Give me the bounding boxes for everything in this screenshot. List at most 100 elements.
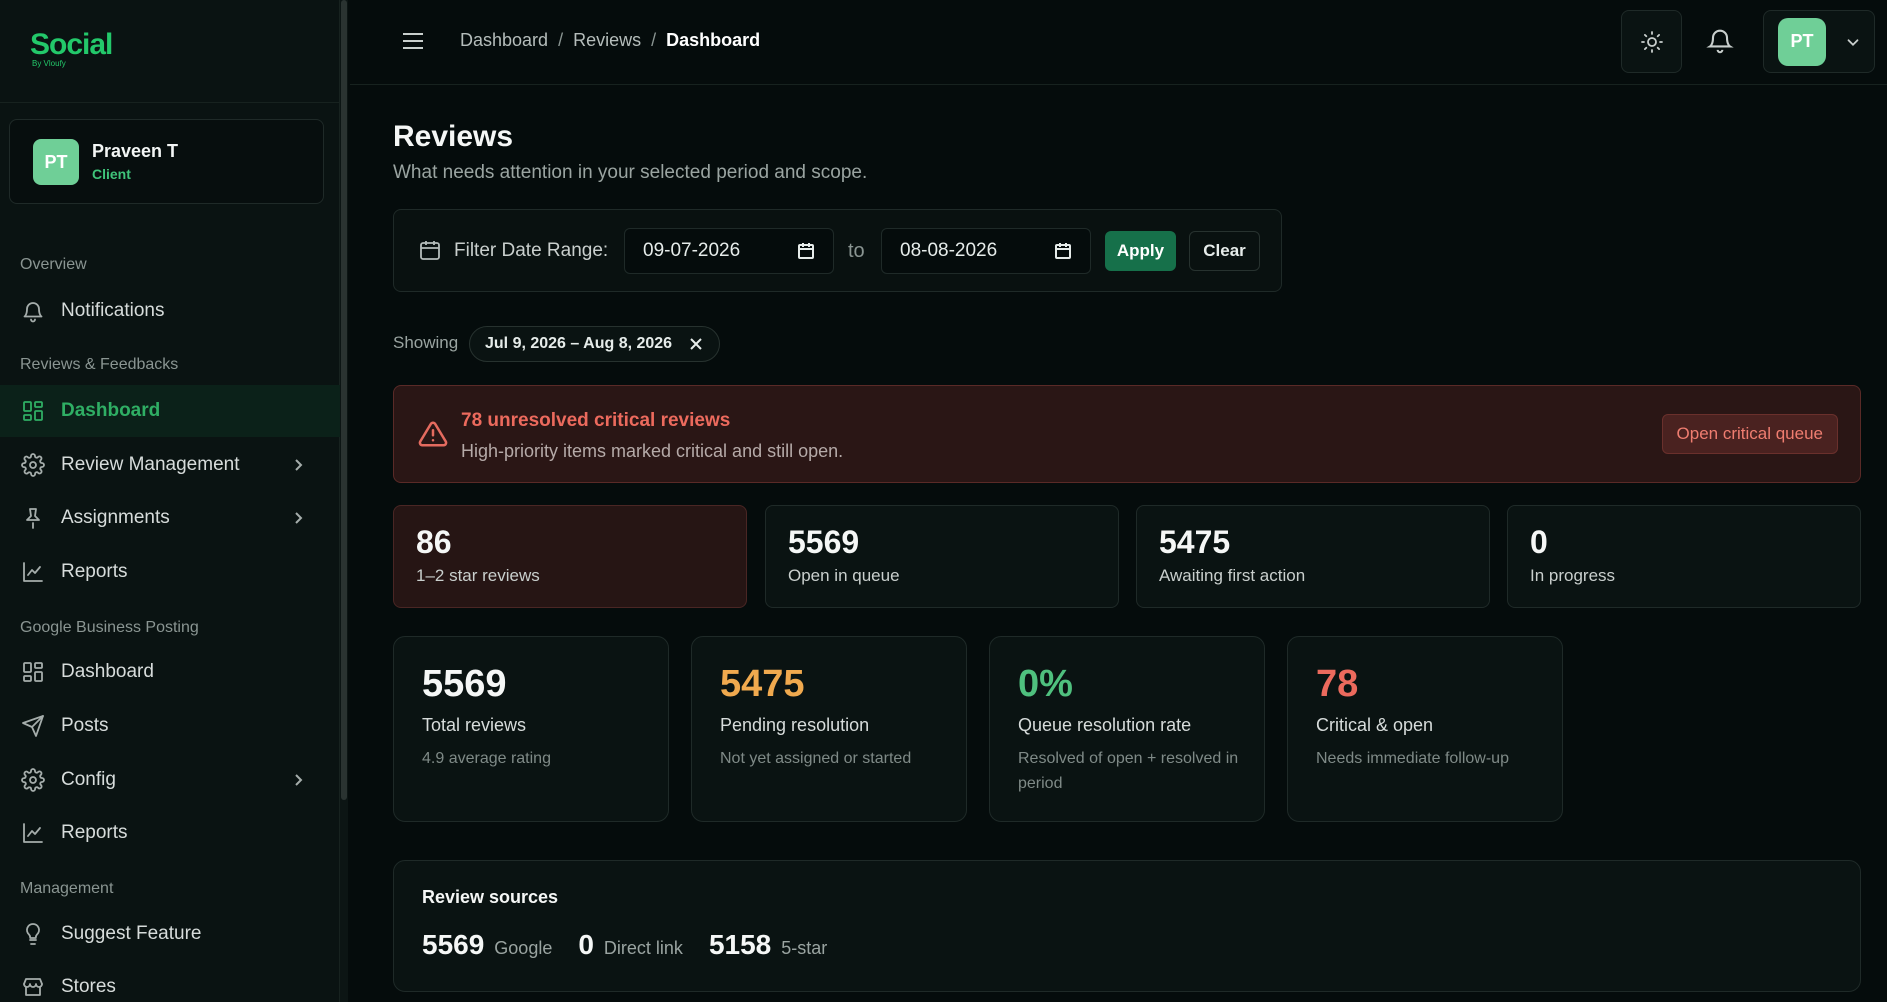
critical-alert-banner: 78 unresolved critical reviews High-prio…: [393, 385, 1861, 483]
stat-card-in-progress[interactable]: 0 In progress: [1507, 505, 1861, 608]
theme-toggle-button[interactable]: [1621, 10, 1682, 73]
sidebar-item-gbp-reports[interactable]: Reports: [0, 807, 340, 859]
notifications-button[interactable]: [1706, 26, 1736, 56]
avatar: PT: [33, 139, 79, 185]
section-label-reviews: Reviews & Feedbacks: [20, 356, 179, 373]
clear-button[interactable]: Clear: [1189, 231, 1260, 271]
kpi-value: 5475: [720, 663, 805, 705]
date-to-input[interactable]: 08-08-2026: [881, 228, 1091, 274]
sidebar-item-label: Reports: [61, 561, 128, 582]
line-chart-icon: [21, 821, 45, 845]
kpi-value: 0%: [1018, 663, 1073, 705]
pin-icon: [21, 506, 45, 530]
bell-icon: [1706, 29, 1734, 54]
source-label: Google: [494, 938, 553, 958]
kpi-label: Total reviews: [422, 715, 527, 735]
sidebar-item-stores[interactable]: Stores: [0, 961, 340, 1002]
sidebar-item-review-management[interactable]: Review Management: [0, 439, 340, 491]
lightbulb-icon: [21, 922, 45, 946]
kpi-card-pending-resolution: 5475 Pending resolution Not yet assigned…: [691, 636, 967, 822]
chip-label: Jul 9, 2026 – Aug 8, 2026: [485, 335, 673, 352]
brand-logo[interactable]: Social By Vloufy: [30, 28, 113, 68]
date-range-filter: Filter Date Range: 09-07-2026 to 08-08-2…: [393, 209, 1282, 292]
source-value: 0: [578, 929, 594, 960]
date-from-value: 09-07-2026: [643, 240, 741, 261]
alert-title: 78 unresolved critical reviews: [461, 410, 731, 431]
to-label: to: [848, 240, 865, 262]
user-role: Client: [92, 166, 131, 182]
avatar: PT: [1778, 17, 1826, 66]
sidebar-item-label: Suggest Feature: [61, 923, 202, 944]
source-item-direct-link: 0 Direct link: [578, 929, 683, 961]
sidebar-scrollbar[interactable]: [340, 0, 348, 1002]
source-value: 5158: [708, 929, 772, 960]
sidebar-item-suggest-feature[interactable]: Suggest Feature: [0, 908, 340, 960]
sidebar: Social By Vloufy PT Praveen T Client Ove…: [0, 0, 348, 1002]
sidebar-item-label: Notifications: [61, 300, 165, 321]
page-subtitle: What needs attention in your selected pe…: [393, 162, 868, 183]
warning-icon: [418, 419, 448, 449]
stat-value: 5475: [1159, 524, 1231, 560]
chevron-right-icon: [288, 455, 308, 475]
gear-icon: [21, 453, 45, 477]
brand-name: Social: [30, 28, 113, 61]
page-title: Reviews: [393, 120, 514, 153]
calendar-icon[interactable]: [1054, 242, 1072, 260]
review-sources-card: Review sources 5569 Google 0 Direct link…: [393, 860, 1861, 992]
date-range-chip: Jul 9, 2026 – Aug 8, 2026: [469, 326, 720, 362]
source-item-five-star: 5158 5-star: [709, 929, 827, 961]
kpi-subtext: Resolved of open + resolved in period: [1018, 750, 1239, 792]
stat-card-open-queue[interactable]: 5569 Open in queue: [765, 505, 1119, 608]
sidebar-item-reports[interactable]: Reports: [0, 546, 340, 598]
gear-icon: [21, 768, 45, 792]
close-icon[interactable]: [689, 337, 703, 351]
breadcrumb-separator: /: [558, 30, 564, 50]
sidebar-item-notifications[interactable]: Notifications: [0, 285, 340, 337]
breadcrumb: Dashboard / Reviews / Dashboard: [460, 30, 760, 51]
section-label-management: Management: [20, 880, 114, 897]
filter-label: Filter Date Range:: [454, 240, 609, 261]
sidebar-item-label: Stores: [61, 976, 116, 997]
sidebar-item-label: Review Management: [61, 454, 240, 475]
sidebar-item-reviews-dashboard[interactable]: Dashboard: [0, 385, 340, 437]
menu-toggle-button[interactable]: [400, 28, 426, 54]
sidebar-item-config[interactable]: Config: [0, 754, 340, 806]
grid-icon: [21, 399, 45, 423]
user-menu-button[interactable]: PT: [1763, 10, 1875, 73]
kpi-label: Critical & open: [1316, 715, 1434, 735]
user-card[interactable]: PT Praveen T Client: [9, 119, 324, 204]
date-to-value: 08-08-2026: [900, 240, 998, 261]
open-critical-queue-button[interactable]: Open critical queue: [1661, 414, 1838, 454]
source-label: 5-star: [781, 938, 828, 958]
alert-subtitle: High-priority items marked critical and …: [461, 441, 844, 461]
source-item-google: 5569 Google: [422, 929, 552, 961]
breadcrumb-current: Dashboard: [666, 30, 761, 50]
stat-value: 0: [1530, 524, 1548, 560]
kpi-value: 78: [1316, 663, 1359, 705]
calendar-icon: [418, 238, 442, 262]
date-from-input[interactable]: 09-07-2026: [624, 228, 834, 274]
stat-label: Open in queue: [788, 566, 900, 585]
sun-icon: [1640, 30, 1663, 53]
chevron-down-icon: [1847, 38, 1859, 46]
divider: [0, 102, 340, 103]
sidebar-item-label: Reports: [61, 822, 128, 843]
kpi-label: Pending resolution: [720, 715, 870, 735]
sidebar-item-gbp-dashboard[interactable]: Dashboard: [0, 646, 340, 698]
stat-card-low-star[interactable]: 86 1–2 star reviews: [393, 505, 747, 608]
bell-icon: [21, 299, 45, 323]
stat-card-awaiting-action[interactable]: 5475 Awaiting first action: [1136, 505, 1490, 608]
breadcrumb-item[interactable]: Reviews: [573, 30, 641, 51]
sources-title: Review sources: [422, 887, 559, 907]
sidebar-scroll-thumb[interactable]: [341, 0, 347, 800]
breadcrumb-item[interactable]: Dashboard: [460, 30, 548, 51]
apply-button[interactable]: Apply: [1105, 231, 1176, 271]
sidebar-item-posts[interactable]: Posts: [0, 700, 340, 752]
section-label-google-business: Google Business Posting: [20, 619, 199, 636]
grid-icon: [21, 660, 45, 684]
kpi-label: Queue resolution rate: [1018, 715, 1192, 735]
sidebar-item-assignments[interactable]: Assignments: [0, 492, 340, 544]
calendar-icon[interactable]: [797, 242, 815, 260]
kpi-subtext: Needs immediate follow-up: [1316, 750, 1509, 767]
stat-label: In progress: [1530, 566, 1616, 585]
